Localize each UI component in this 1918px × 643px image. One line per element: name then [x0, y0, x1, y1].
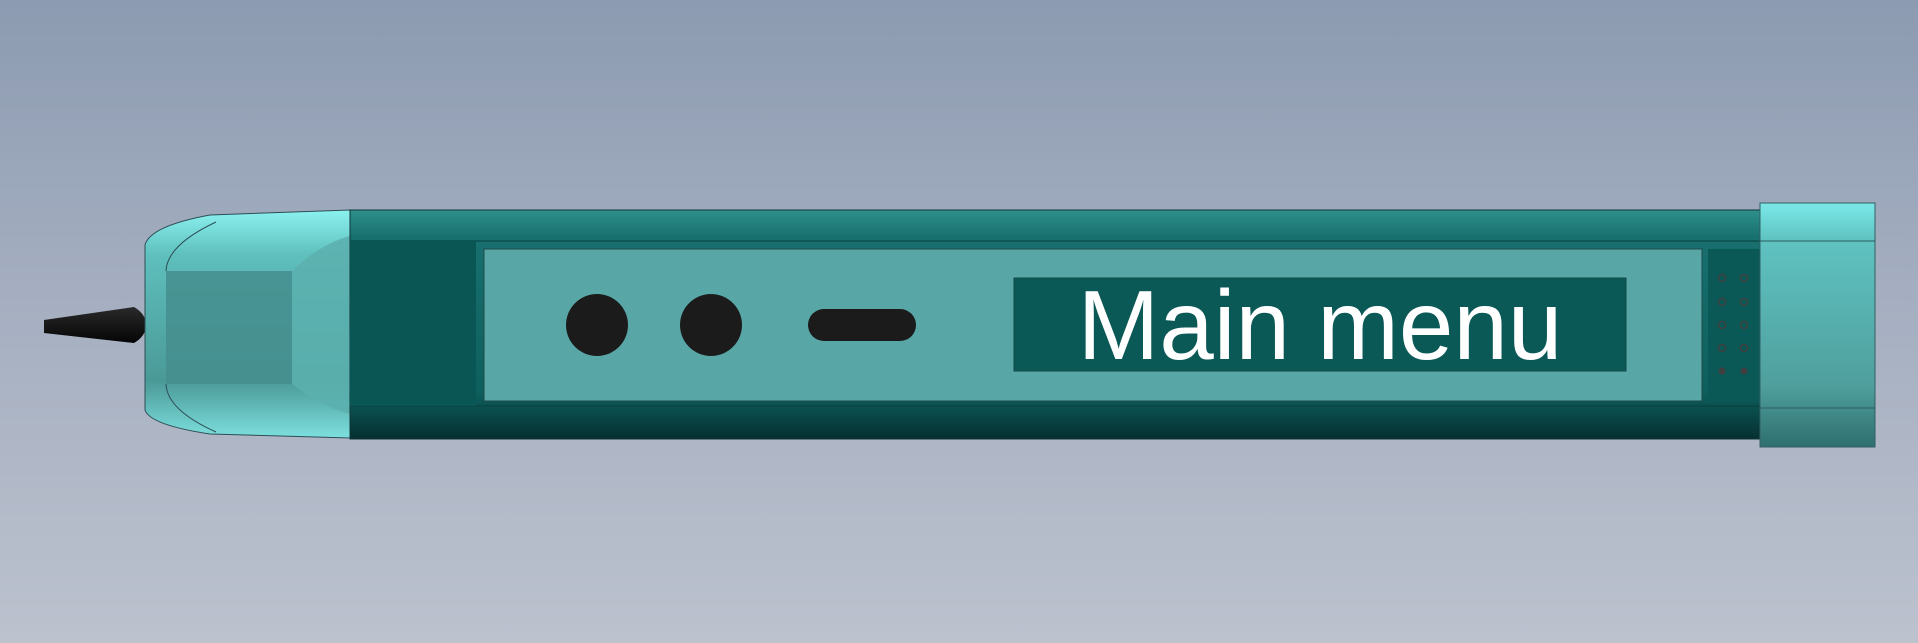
device-illustration	[44, 202, 1876, 448]
display-screen-text: Main menu	[1077, 270, 1563, 380]
round-button-icon[interactable]	[566, 294, 628, 356]
probe-tip-icon	[44, 307, 146, 343]
round-button-icon[interactable]	[680, 294, 742, 356]
speaker-grille-icon	[1708, 249, 1760, 401]
device-nose	[144, 209, 351, 439]
device-end-cap	[1759, 202, 1876, 448]
pill-button-icon[interactable]	[808, 309, 916, 341]
